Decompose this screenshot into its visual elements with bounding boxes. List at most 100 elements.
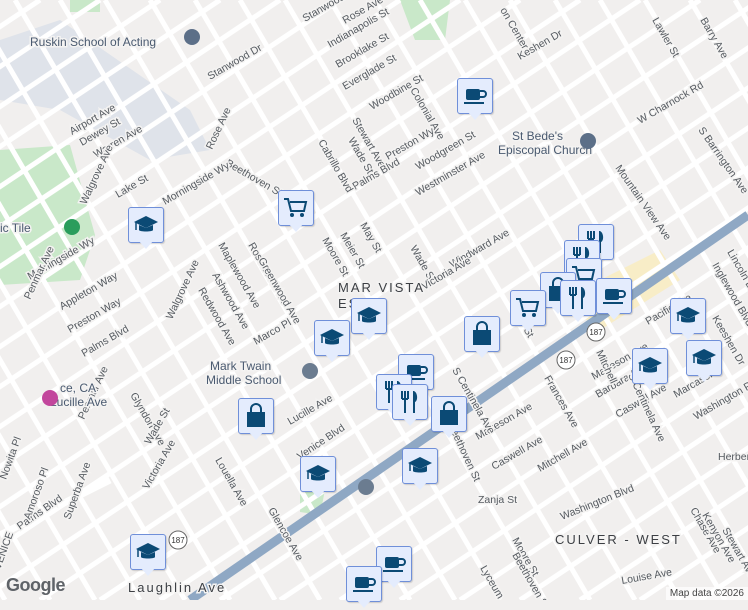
- marker-pointer: [138, 240, 154, 249]
- marker-box: [632, 348, 668, 384]
- marker-pointer: [696, 373, 712, 382]
- map-marker-school[interactable]: [351, 298, 387, 342]
- route-187-shield: 187: [557, 351, 575, 369]
- svg-text:187: 187: [559, 356, 573, 365]
- map-label: CULVER - WEST: [555, 532, 682, 547]
- marker-box: [278, 190, 314, 226]
- map-marker-school[interactable]: [300, 456, 336, 500]
- school-icon: [132, 211, 160, 239]
- marker-box: [402, 448, 438, 484]
- map-label: Middle School: [206, 373, 281, 387]
- map-label: MAR VISTA: [338, 280, 425, 295]
- marker-box: [392, 384, 428, 420]
- map-marker-bag[interactable]: [431, 396, 467, 440]
- map-marker-cart[interactable]: [510, 290, 546, 334]
- school-icon: [674, 302, 702, 330]
- map-label: St Bede's: [512, 129, 563, 143]
- map-marker-school[interactable]: [402, 448, 438, 492]
- map-marker-school[interactable]: [686, 340, 722, 384]
- marker-pointer: [474, 349, 490, 358]
- map-label: Zanja St: [478, 494, 517, 506]
- church-pin-icon: [580, 133, 596, 149]
- map-marker-cup[interactable]: [457, 78, 493, 122]
- map-label: Mark Twain: [210, 359, 271, 373]
- marker-box: [346, 566, 382, 602]
- svg-text:187: 187: [171, 536, 185, 545]
- cart-icon: [282, 194, 310, 222]
- marker-box: [431, 396, 467, 432]
- map-label: VENICE: [0, 530, 16, 571]
- svg-text:187: 187: [589, 328, 603, 337]
- marker-pointer: [248, 431, 264, 440]
- bag-icon: [242, 402, 270, 430]
- map-label: Ruskin School of Acting: [30, 35, 156, 49]
- map-marker-bag[interactable]: [238, 398, 274, 442]
- marker-pointer: [288, 223, 304, 232]
- marker-box: [314, 320, 350, 356]
- marker-pointer: [324, 353, 340, 362]
- marker-pointer: [361, 331, 377, 340]
- school-icon: [690, 344, 718, 372]
- map-marker-school[interactable]: [632, 348, 668, 392]
- marker-pointer: [140, 567, 156, 576]
- marker-pointer: [467, 111, 483, 120]
- marker-box: [128, 207, 164, 243]
- map-marker-school[interactable]: [128, 207, 164, 251]
- marker-pointer: [356, 599, 372, 608]
- marker-pointer: [680, 331, 696, 340]
- map-marker-cup[interactable]: [596, 278, 632, 322]
- marker-box: [300, 456, 336, 492]
- marker-pointer: [412, 481, 428, 490]
- marker-box: [130, 534, 166, 570]
- map-label: Lyceum: [477, 564, 506, 601]
- map-label: ce, CA: [60, 381, 96, 395]
- map-marker-school[interactable]: [670, 298, 706, 342]
- school-icon: [355, 302, 383, 330]
- map-label: Laughlin Ave: [128, 580, 226, 595]
- marker-box: [670, 298, 706, 334]
- cup-icon: [600, 282, 628, 310]
- school-pin-icon: [358, 479, 374, 495]
- school-pin-icon: [302, 363, 318, 379]
- marker-pointer: [441, 429, 457, 438]
- marker-pointer: [386, 579, 402, 588]
- marker-pointer: [520, 323, 536, 332]
- cup-icon: [461, 82, 489, 110]
- fork-knife-icon: [564, 284, 592, 312]
- marker-box: [596, 278, 632, 314]
- map-label: ic Tile: [0, 221, 31, 235]
- cup-icon: [350, 570, 378, 598]
- marker-box: [351, 298, 387, 334]
- fork-knife-icon: [396, 388, 424, 416]
- map-marker-bag[interactable]: [464, 316, 500, 360]
- marker-box: [686, 340, 722, 376]
- map-marker-fork-knife[interactable]: [560, 280, 596, 324]
- bag-icon: [435, 400, 463, 428]
- marker-box: [510, 290, 546, 326]
- map-label: Lucille Ave: [50, 395, 107, 409]
- map-label: Stanwood Dr: [206, 42, 265, 83]
- route-187-shield: 187: [587, 323, 605, 341]
- map-attribution[interactable]: Map data ©2026: [666, 587, 748, 600]
- map-marker-school[interactable]: [130, 534, 166, 578]
- map-marker-cart[interactable]: [278, 190, 314, 234]
- marker-box: [238, 398, 274, 434]
- marker-pointer: [402, 417, 418, 426]
- poi-pin-icon: [184, 29, 200, 45]
- google-logo: Google: [6, 575, 65, 596]
- map-marker-fork-knife[interactable]: [392, 384, 428, 428]
- bag-icon: [468, 320, 496, 348]
- map-marker-cup[interactable]: [346, 566, 382, 610]
- marker-pointer: [642, 381, 658, 390]
- park-pin-icon: [64, 219, 80, 235]
- shop-pin-icon: [42, 390, 58, 406]
- map-label: Herbert St: [718, 451, 748, 463]
- map-marker-school[interactable]: [314, 320, 350, 364]
- marker-box: [560, 280, 596, 316]
- cup-icon: [380, 550, 408, 578]
- school-icon: [406, 452, 434, 480]
- school-icon: [636, 352, 664, 380]
- school-icon: [304, 460, 332, 488]
- map-label: Episcopal Church: [498, 143, 592, 157]
- marker-pointer: [310, 489, 326, 498]
